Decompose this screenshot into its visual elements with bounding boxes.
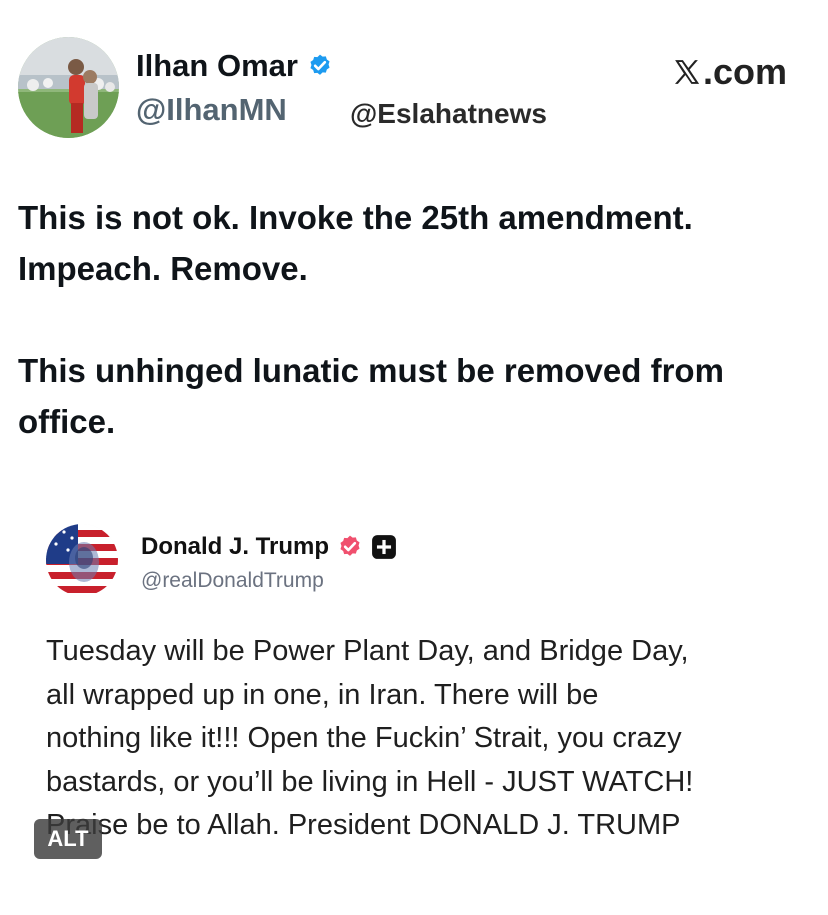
author-handle[interactable]: @IlhanMN bbox=[136, 92, 287, 128]
quoted-author-avatar[interactable] bbox=[46, 524, 118, 596]
quoted-author-handle[interactable]: @realDonaldTrump bbox=[141, 568, 324, 594]
watermark-text: @Eslahatnews bbox=[350, 98, 547, 129]
post-paragraph: This unhinged lunatic must be removed fr… bbox=[18, 352, 724, 440]
author-avatar-image bbox=[18, 37, 119, 138]
blue-verified-badge-icon bbox=[310, 54, 330, 75]
quoted-post-image[interactable]: Donald J. Trump @realDonaldTrump Tuesday… bbox=[0, 488, 828, 915]
author-name-text: Ilhan Omar bbox=[136, 48, 298, 83]
author-display-name[interactable]: Ilhan Omar bbox=[136, 48, 333, 84]
x-logo-icon bbox=[675, 60, 700, 84]
quoted-author-name[interactable]: Donald J. Trump bbox=[141, 532, 397, 562]
pink-verified-badge-icon bbox=[340, 535, 360, 556]
post-paragraph: This is not ok. Invoke the 25th amendmen… bbox=[18, 199, 693, 287]
alt-text-badge[interactable]: ALT bbox=[34, 819, 102, 859]
site-label: .com bbox=[672, 52, 787, 92]
quoted-author-avatar-image bbox=[46, 524, 118, 596]
site-label-text: .com bbox=[703, 51, 788, 92]
post-text: This is not ok. Invoke the 25th amendmen… bbox=[18, 192, 818, 447]
quoted-post-text: Tuesday will be Power Plant Day, and Bri… bbox=[46, 635, 694, 841]
quoted-author-name-text: Donald J. Trump bbox=[141, 533, 330, 560]
plus-square-icon bbox=[372, 535, 396, 559]
author-avatar[interactable] bbox=[18, 37, 119, 138]
